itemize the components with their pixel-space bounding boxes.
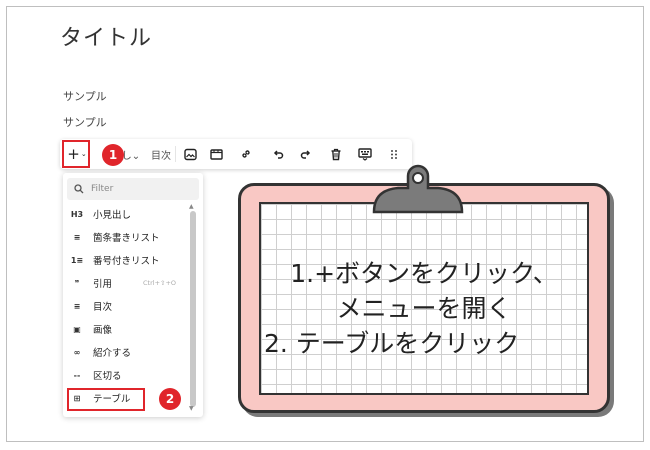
toolbar-divider — [175, 146, 176, 162]
image-button[interactable] — [178, 139, 202, 169]
quote-shortcut: Ctrl+⇧+O — [143, 279, 177, 287]
video-icon — [209, 148, 223, 160]
toc-button[interactable]: 目次 — [148, 139, 174, 169]
drag-dots-icon — [391, 149, 397, 159]
menu-item-embed[interactable]: ∞ 紹介する — [63, 341, 187, 363]
divider-icon: -- — [73, 370, 81, 380]
menu-item-label: 画像 — [93, 325, 113, 336]
menu-item-label: 番号付きリスト — [93, 256, 160, 267]
link-icon: ∞ — [73, 347, 81, 357]
filter-placeholder: Filter — [91, 184, 114, 194]
menu-item-subheading[interactable]: H3 小見出し — [63, 203, 187, 225]
link-icon — [242, 150, 250, 158]
image-icon: ▣ — [73, 324, 81, 334]
scrollbar-thumb[interactable] — [190, 211, 196, 407]
bullet-list-icon: ≡ — [73, 232, 81, 242]
menu-item-label: 小見出し — [93, 210, 132, 221]
filter-input[interactable]: Filter — [67, 178, 199, 200]
redo-button[interactable] — [294, 139, 318, 169]
paragraph-2[interactable]: サンプル — [63, 114, 107, 130]
scroll-up-icon[interactable]: ▲ — [189, 203, 194, 210]
clipboard-clip-icon — [372, 164, 464, 214]
menu-item-label: 区切る — [93, 371, 122, 382]
menu-item-quote[interactable]: ❞ 引用 Ctrl+⇧+O — [63, 272, 187, 294]
link-button[interactable] — [234, 139, 258, 169]
menu-item-label: 箇条書きリスト — [93, 233, 160, 244]
undo-button[interactable] — [266, 139, 290, 169]
page-title[interactable]: タイトル — [60, 20, 152, 52]
instruction-line-3: 2. テーブルをクリック — [264, 329, 520, 358]
numbered-list-icon: 1≡ — [70, 255, 84, 265]
plus-button-highlight — [62, 140, 90, 168]
search-icon — [74, 184, 84, 194]
quote-icon: ❞ — [74, 278, 80, 288]
menu-item-numbered-list[interactable]: 1≡ 番号付きリスト — [63, 249, 187, 271]
delete-button[interactable] — [324, 139, 348, 169]
heading-3-icon: H3 — [70, 209, 84, 219]
toc-icon: ≡ — [73, 301, 81, 311]
step-badge-2: 2 — [159, 388, 181, 410]
menu-item-divider[interactable]: -- 区切る — [63, 364, 187, 386]
menu-item-label: 引用 — [93, 279, 113, 290]
menu-item-toc[interactable]: ≡ 目次 — [63, 295, 187, 317]
menu-item-label: 紹介する — [93, 348, 132, 359]
redo-icon — [300, 150, 311, 159]
image-icon — [183, 148, 197, 160]
undo-icon — [273, 150, 284, 159]
menu-item-label: 目次 — [93, 302, 113, 313]
menu-scrollbar[interactable]: ▲ ▼ — [188, 203, 198, 412]
keyboard-icon — [358, 147, 372, 161]
video-button[interactable] — [204, 139, 228, 169]
instruction-line-1: 1.+ボタンをクリック、 — [290, 259, 558, 288]
scroll-down-icon[interactable]: ▼ — [189, 405, 194, 412]
trash-icon — [331, 148, 341, 160]
block-type-menu: Filter H3 小見出し ≡ 箇条書きリスト 1≡ 番号付きリスト ❞ 引用… — [63, 173, 203, 417]
instruction-line-2: メニューを開く — [336, 294, 512, 323]
menu-item-image[interactable]: ▣ 画像 — [63, 318, 187, 340]
paragraph-1[interactable]: サンプル — [63, 88, 107, 104]
menu-item-bullet-list[interactable]: ≡ 箇条書きリスト — [63, 226, 187, 248]
table-item-highlight — [67, 388, 145, 411]
step-badge-1: 1 — [102, 144, 124, 166]
